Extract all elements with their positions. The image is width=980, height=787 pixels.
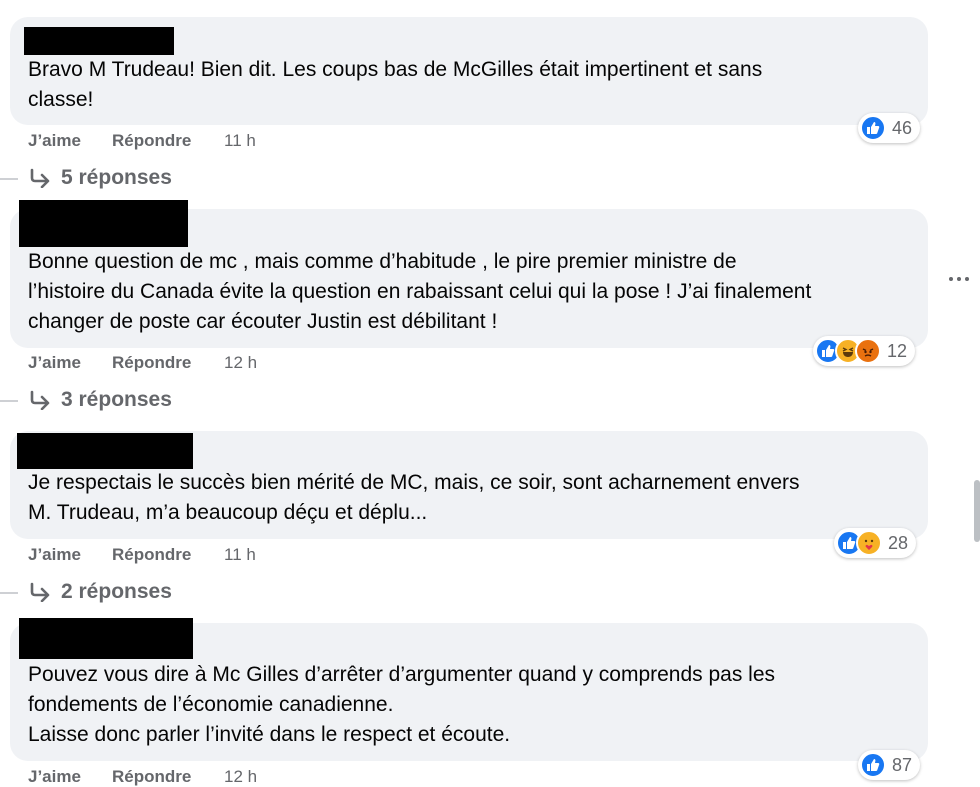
replies-count-label: 2 réponses — [61, 580, 172, 603]
like-button[interactable]: J’aime — [28, 545, 112, 565]
comment-text: Bravo M Trudeau! Bien dit. Les coups bas… — [28, 55, 904, 115]
comment-line: Bonne question de mc , mais comme d’habi… — [28, 250, 737, 273]
comment-line: Bravo M Trudeau! Bien dit. Les coups bas… — [28, 58, 763, 81]
more-options-button[interactable] — [944, 264, 974, 294]
reaction-count: 12 — [887, 340, 908, 361]
reaction-summary[interactable]: 28 — [834, 528, 917, 558]
redacted-author-name — [24, 27, 174, 55]
comment-line: Laisse donc parler l’invité dans le resp… — [28, 723, 511, 746]
comment-line: fondements de l’économie canadienne. — [28, 693, 394, 716]
more-options-icon-dot — [957, 277, 961, 281]
reply-arrow-icon — [30, 582, 50, 602]
thread-line — [0, 400, 18, 402]
comment-text: Bonne question de mc , mais comme d’habi… — [28, 247, 904, 337]
like-button[interactable]: J’aime — [28, 767, 112, 787]
like-button[interactable]: J’aime — [28, 353, 112, 373]
like-icon — [860, 115, 886, 141]
angry-icon — [855, 338, 881, 364]
redacted-author-name — [19, 618, 193, 659]
reply-arrow-icon — [30, 168, 50, 188]
reply-button[interactable]: Répondre — [112, 767, 224, 787]
comment-timestamp[interactable]: 12 h — [224, 353, 257, 373]
comment-line: Pouvez vous dire à Mc Gilles d’arrêter d… — [28, 663, 776, 686]
view-replies-button[interactable]: 5 réponses — [28, 166, 172, 190]
comment-actions: J’aime Répondre 11 h — [28, 131, 256, 151]
reply-button[interactable]: Répondre — [112, 353, 224, 373]
comment-actions: J’aime Répondre 12 h — [28, 767, 257, 787]
comment-actions: J’aime Répondre 11 h — [28, 545, 256, 565]
reply-button[interactable]: Répondre — [112, 545, 224, 565]
thread-line — [0, 592, 18, 594]
view-replies-button[interactable]: 3 réponses — [28, 388, 172, 412]
comment-line: Je respectais le succès bien mérité de M… — [28, 471, 800, 494]
scrollbar-thumb[interactable] — [974, 480, 980, 542]
comment-line: M. Trudeau, m’a beaucoup déçu et déplu..… — [28, 501, 428, 524]
more-options-icon — [949, 277, 953, 281]
like-button[interactable]: J’aime — [28, 131, 112, 151]
care-icon — [856, 530, 882, 556]
view-replies-button[interactable]: 2 réponses — [28, 580, 172, 604]
reaction-summary[interactable]: 46 — [858, 113, 921, 143]
redacted-author-name — [19, 200, 188, 247]
reaction-summary[interactable]: 87 — [858, 750, 921, 780]
reply-button[interactable]: Répondre — [112, 131, 224, 151]
comment-bubble: Je respectais le succès bien mérité de M… — [10, 431, 928, 539]
comment-timestamp[interactable]: 11 h — [224, 131, 256, 151]
reaction-count: 28 — [888, 532, 909, 553]
reaction-summary[interactable]: 12 — [813, 336, 916, 366]
comment-timestamp[interactable]: 11 h — [224, 545, 256, 565]
comment-timestamp[interactable]: 12 h — [224, 767, 257, 787]
comment-bubble: Bravo M Trudeau! Bien dit. Les coups bas… — [10, 17, 928, 125]
reaction-count: 46 — [892, 117, 913, 138]
reply-arrow-icon — [30, 390, 50, 410]
comment-text: Je respectais le succès bien mérité de M… — [28, 468, 904, 528]
like-icon — [860, 752, 886, 778]
more-options-icon-dot — [965, 277, 969, 281]
comment-bubble: Pouvez vous dire à Mc Gilles d’arrêter d… — [10, 618, 928, 761]
replies-count-label: 5 réponses — [61, 166, 172, 189]
comment-actions: J’aime Répondre 12 h — [28, 353, 257, 373]
replies-count-label: 3 réponses — [61, 388, 172, 411]
comment-line: changer de poste car écouter Justin est … — [28, 310, 498, 333]
reaction-count: 87 — [892, 754, 913, 775]
comment-line: classe! — [28, 88, 94, 111]
redacted-author-name — [17, 433, 193, 469]
comment-text: Pouvez vous dire à Mc Gilles d’arrêter d… — [28, 660, 904, 750]
comment-bubble: Bonne question de mc , mais comme d’habi… — [10, 200, 928, 348]
thread-line — [0, 178, 18, 180]
comment-line: l’histoire du Canada évite la question e… — [28, 280, 812, 303]
